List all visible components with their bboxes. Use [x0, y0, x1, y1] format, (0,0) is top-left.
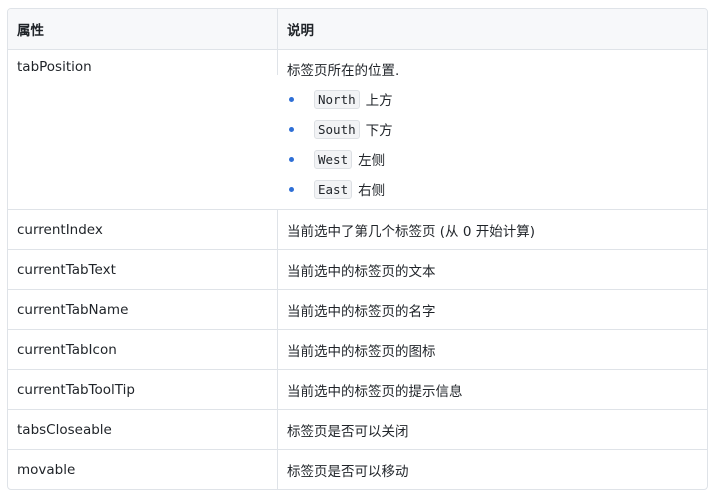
- table-header-row: 属性 说明: [8, 9, 707, 49]
- attr-name: tabsCloseable: [8, 410, 278, 449]
- attr-desc: 当前选中的标签页的图标: [287, 343, 436, 360]
- table-row: currentTabIcon 当前选中的标签页的图标: [8, 329, 707, 369]
- option-code: East: [314, 179, 353, 199]
- list-item: East 右侧: [287, 174, 399, 204]
- option-code: West: [314, 149, 353, 169]
- list-item: South 下方: [287, 114, 399, 144]
- attr-desc: 标签页是否可以关闭: [287, 423, 409, 440]
- table-row: tabsCloseable 标签页是否可以关闭: [8, 409, 707, 449]
- attr-desc: 标签页是否可以移动: [287, 463, 409, 480]
- attr-name: movable: [8, 450, 278, 489]
- table-row-tabposition: tabPosition 标签页所在的位置. North 上方 South 下方 …: [8, 49, 707, 209]
- option-text: 上方: [365, 93, 393, 109]
- header-attr: 属性: [8, 9, 278, 49]
- table-row: currentTabName 当前选中的标签页的名字: [8, 289, 707, 329]
- table-row: currentTabText 当前选中的标签页的文本: [8, 249, 707, 289]
- table-row: currentTabToolTip 当前选中的标签页的提示信息: [8, 369, 707, 409]
- attr-desc: 当前选中的标签页的提示信息: [287, 383, 463, 400]
- table-row: movable 标签页是否可以移动: [8, 449, 707, 489]
- bullet-icon: [289, 186, 294, 192]
- bullet-icon: [289, 156, 294, 162]
- attr-desc: 当前选中的标签页的名字: [287, 303, 436, 320]
- attr-desc: 当前选中的标签页的文本: [287, 263, 436, 280]
- properties-table: 属性 说明 tabPosition 标签页所在的位置. North 上方 Sou…: [7, 8, 708, 490]
- attr-name: currentIndex: [8, 210, 278, 249]
- attr-name: currentTabIcon: [8, 330, 278, 369]
- attr-name: currentTabName: [8, 290, 278, 329]
- option-text: 右侧: [358, 183, 386, 199]
- table-row: currentIndex 当前选中了第几个标签页 (从 0 开始计算): [8, 209, 707, 249]
- attr-name: tabPosition: [8, 50, 278, 75]
- tabposition-desc: 标签页所在的位置.: [287, 63, 400, 79]
- list-item: North 上方: [287, 84, 399, 114]
- attr-desc: 当前选中了第几个标签页 (从 0 开始计算): [287, 223, 535, 240]
- option-code: North: [314, 89, 360, 109]
- attr-name: currentTabText: [8, 250, 278, 289]
- option-code: South: [314, 119, 360, 139]
- option-text: 左侧: [358, 153, 386, 169]
- list-item: West 左侧: [287, 144, 399, 174]
- bullet-icon: [289, 126, 294, 132]
- attr-desc: 标签页所在的位置. North 上方 South 下方 West 左侧 East…: [278, 50, 707, 204]
- header-desc: 说明: [287, 23, 314, 39]
- attr-name: currentTabToolTip: [8, 370, 278, 409]
- option-text: 下方: [365, 123, 393, 139]
- bullet-icon: [289, 96, 294, 102]
